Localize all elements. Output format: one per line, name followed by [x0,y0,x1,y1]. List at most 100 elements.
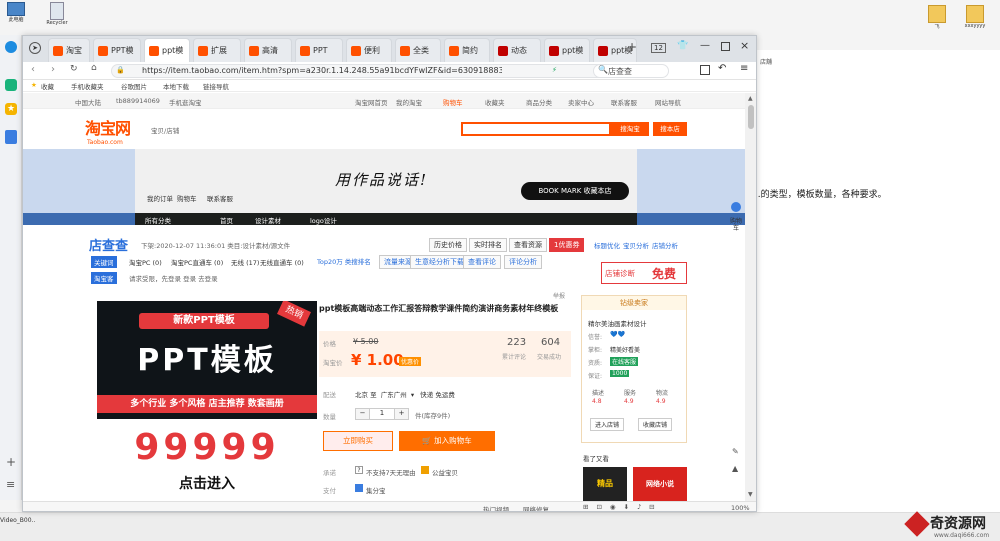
zoom-level[interactable]: 100% [731,504,750,511]
favorite-store-button[interactable]: 收藏店铺 [638,418,673,431]
menu-lines-icon[interactable]: ≡ [740,63,748,74]
search-store-button[interactable]: 搜本店 [653,122,687,136]
bookmark-2[interactable]: 手机收藏夹 [71,81,104,91]
search-taobao-button[interactable]: 搜淘宝 [611,122,649,136]
scroll-top-icon[interactable]: ▲ [732,464,738,473]
nav-home[interactable]: 首页 [220,215,233,225]
bookmark-1[interactable]: 收藏 [41,81,54,91]
tab-6[interactable]: 便利 [346,38,392,62]
bookmark-star-icon[interactable]: ★ [31,81,37,89]
tab-count-badge[interactable]: 12 [651,43,666,53]
lightning-icon[interactable]: ⚡ [552,66,557,74]
home-icon[interactable]: ⌂ [91,63,97,73]
kw-pc-ztc[interactable]: 淘宝PC直通车 (0) [171,257,223,267]
banner-link-cart[interactable]: 购物车 [177,193,197,203]
title-optimize-link[interactable]: 标题优化 [594,240,620,250]
edit-icon[interactable]: ✎ [732,447,739,456]
minimize-icon[interactable]: — [700,40,710,51]
tab-1[interactable]: PPT模 [93,38,141,62]
app-grid-icon[interactable] [5,79,17,91]
qty-plus-button[interactable]: + [394,409,408,419]
history-price-button[interactable]: 历史价格 [429,238,467,252]
bookmark-4[interactable]: 本地下载 [163,81,189,91]
bookmark-store-button[interactable]: BOOK MARK 收藏本店 [521,182,629,200]
tab-2-active[interactable]: ppt模× [144,38,190,62]
tab-5[interactable]: PPT [295,38,343,62]
comment-analysis-button[interactable]: 评论分析 [504,255,542,269]
refresh-icon[interactable]: ↻ [70,64,78,74]
region-link[interactable]: 中国大陆 [75,97,101,107]
scroll-down-icon[interactable]: ▼ [748,491,753,498]
store-diagnosis-badge[interactable]: 店铺诊断 免费 [601,262,687,284]
category-link[interactable]: 商品分类 [526,97,552,107]
recommend-item-1[interactable]: 精品 [583,467,627,501]
desktop-icon-folder-1[interactable]: 飞 [924,5,950,30]
banner-link-orders[interactable]: 我的订单 [147,193,173,203]
enter-store-button[interactable]: 进入店铺 [590,418,625,431]
bookmark-5[interactable]: 链接导航 [203,81,229,91]
address-bar[interactable]: 🔒 https://item.taobao.com/item.htm?spm=a… [111,64,611,78]
close-window-icon[interactable]: × [740,39,749,52]
tab-7[interactable]: 全类 [395,38,441,62]
seller-name[interactable]: 精尔美油画素材设计 [588,318,647,328]
taobao-logo[interactable]: 淘宝网 Taobao.com [85,115,131,146]
mobile-link[interactable]: 手机逛淘宝 [169,97,202,107]
new-tab-button[interactable]: + [627,40,637,54]
share-icon[interactable] [731,202,741,212]
tab-0[interactable]: 淘宝 [48,38,90,62]
send-icon[interactable]: ➤ [29,42,41,54]
desktop-icon-recycler[interactable]: Recycler [40,2,74,32]
taobao-home-link[interactable]: 淘宝网首页 [355,97,388,107]
favorites-link[interactable]: 收藏夹 [485,97,505,107]
add-to-cart-button[interactable]: 🛒 加入购物车 [399,431,495,451]
coupon-button[interactable]: 1优惠券 [549,238,585,252]
kw-pc[interactable]: 淘宝PC (0) [129,257,162,267]
qty-input[interactable]: 1 [370,409,394,419]
tab-8[interactable]: 简约 [444,38,490,62]
kw-wireless[interactable]: 无线 (17) [231,257,259,267]
recommend-item-2[interactable]: 网络小说 [633,467,687,501]
undo-icon[interactable]: ↶ [718,63,726,74]
view-resource-button[interactable]: 查看资源 [509,238,547,252]
scroll-thumb[interactable] [748,105,754,129]
banner-link-service[interactable]: 联系客服 [207,193,233,203]
service-link[interactable]: 联系客服 [611,97,637,107]
search-scope-select[interactable]: 宝贝/店铺 [151,125,179,135]
my-taobao-link[interactable]: 我的淘宝 [396,97,422,107]
nav-design[interactable]: 设计素材 [255,215,281,225]
desktop-icon-computer[interactable]: 此电脑 [3,2,29,32]
store-analysis-link[interactable]: 店铺分析 [652,240,678,250]
cart-side-icon[interactable]: 购物车 [730,218,742,244]
bookmark-3[interactable]: 谷歌图片 [121,81,147,91]
seller-center-link[interactable]: 卖家中心 [568,97,594,107]
ie-icon[interactable] [5,41,17,53]
view-comments-button[interactable]: 查看评论 [463,255,501,269]
desktop-icon-folder-2[interactable]: xxxyyyy [958,5,992,29]
report-link[interactable]: 举报 [553,291,565,300]
kw-top20[interactable]: Top20万 类搜排名 [317,256,371,266]
maximize-icon[interactable] [721,42,730,51]
star-icon[interactable]: ★ [5,103,17,115]
close-tab-icon[interactable]: × [188,46,189,55]
search-input[interactable] [461,122,611,136]
taskbar-item[interactable]: Video_B00.. [0,517,35,524]
site-nav-link[interactable]: 网站导航 [655,97,681,107]
hot-video-link[interactable]: 热门视频 [483,504,509,511]
tab-4[interactable]: 高清 [244,38,292,62]
online-service-button[interactable]: 在线客服 [610,357,639,366]
kw-wireless-ztc[interactable]: 无线直通车 (0) [260,257,304,267]
tab-10[interactable]: ppt模 [544,38,590,62]
net-repair-link[interactable]: 网络修复 [523,504,549,511]
nav-all-categories[interactable]: 所有分类 [145,215,171,225]
grid-icon[interactable] [700,65,710,75]
qty-minus-button[interactable]: − [356,409,370,419]
nav-logo[interactable]: logo设计 [310,215,337,225]
tab-3[interactable]: 扩展 [193,38,241,62]
user-link[interactable]: tb889914069 [116,97,160,105]
add-icon[interactable]: + [6,455,16,469]
search-engine-box[interactable]: 🔍 店查查 [593,64,669,78]
vertical-tab-icon[interactable] [5,130,17,144]
buy-now-button[interactable]: 立即购买 [323,431,393,451]
product-image[interactable]: 热销 新款PPT模板 PPT模板 多个行业 多个风格 店主推荐 数套画册 999… [97,301,317,497]
cart-link[interactable]: 购物车 [443,97,463,107]
